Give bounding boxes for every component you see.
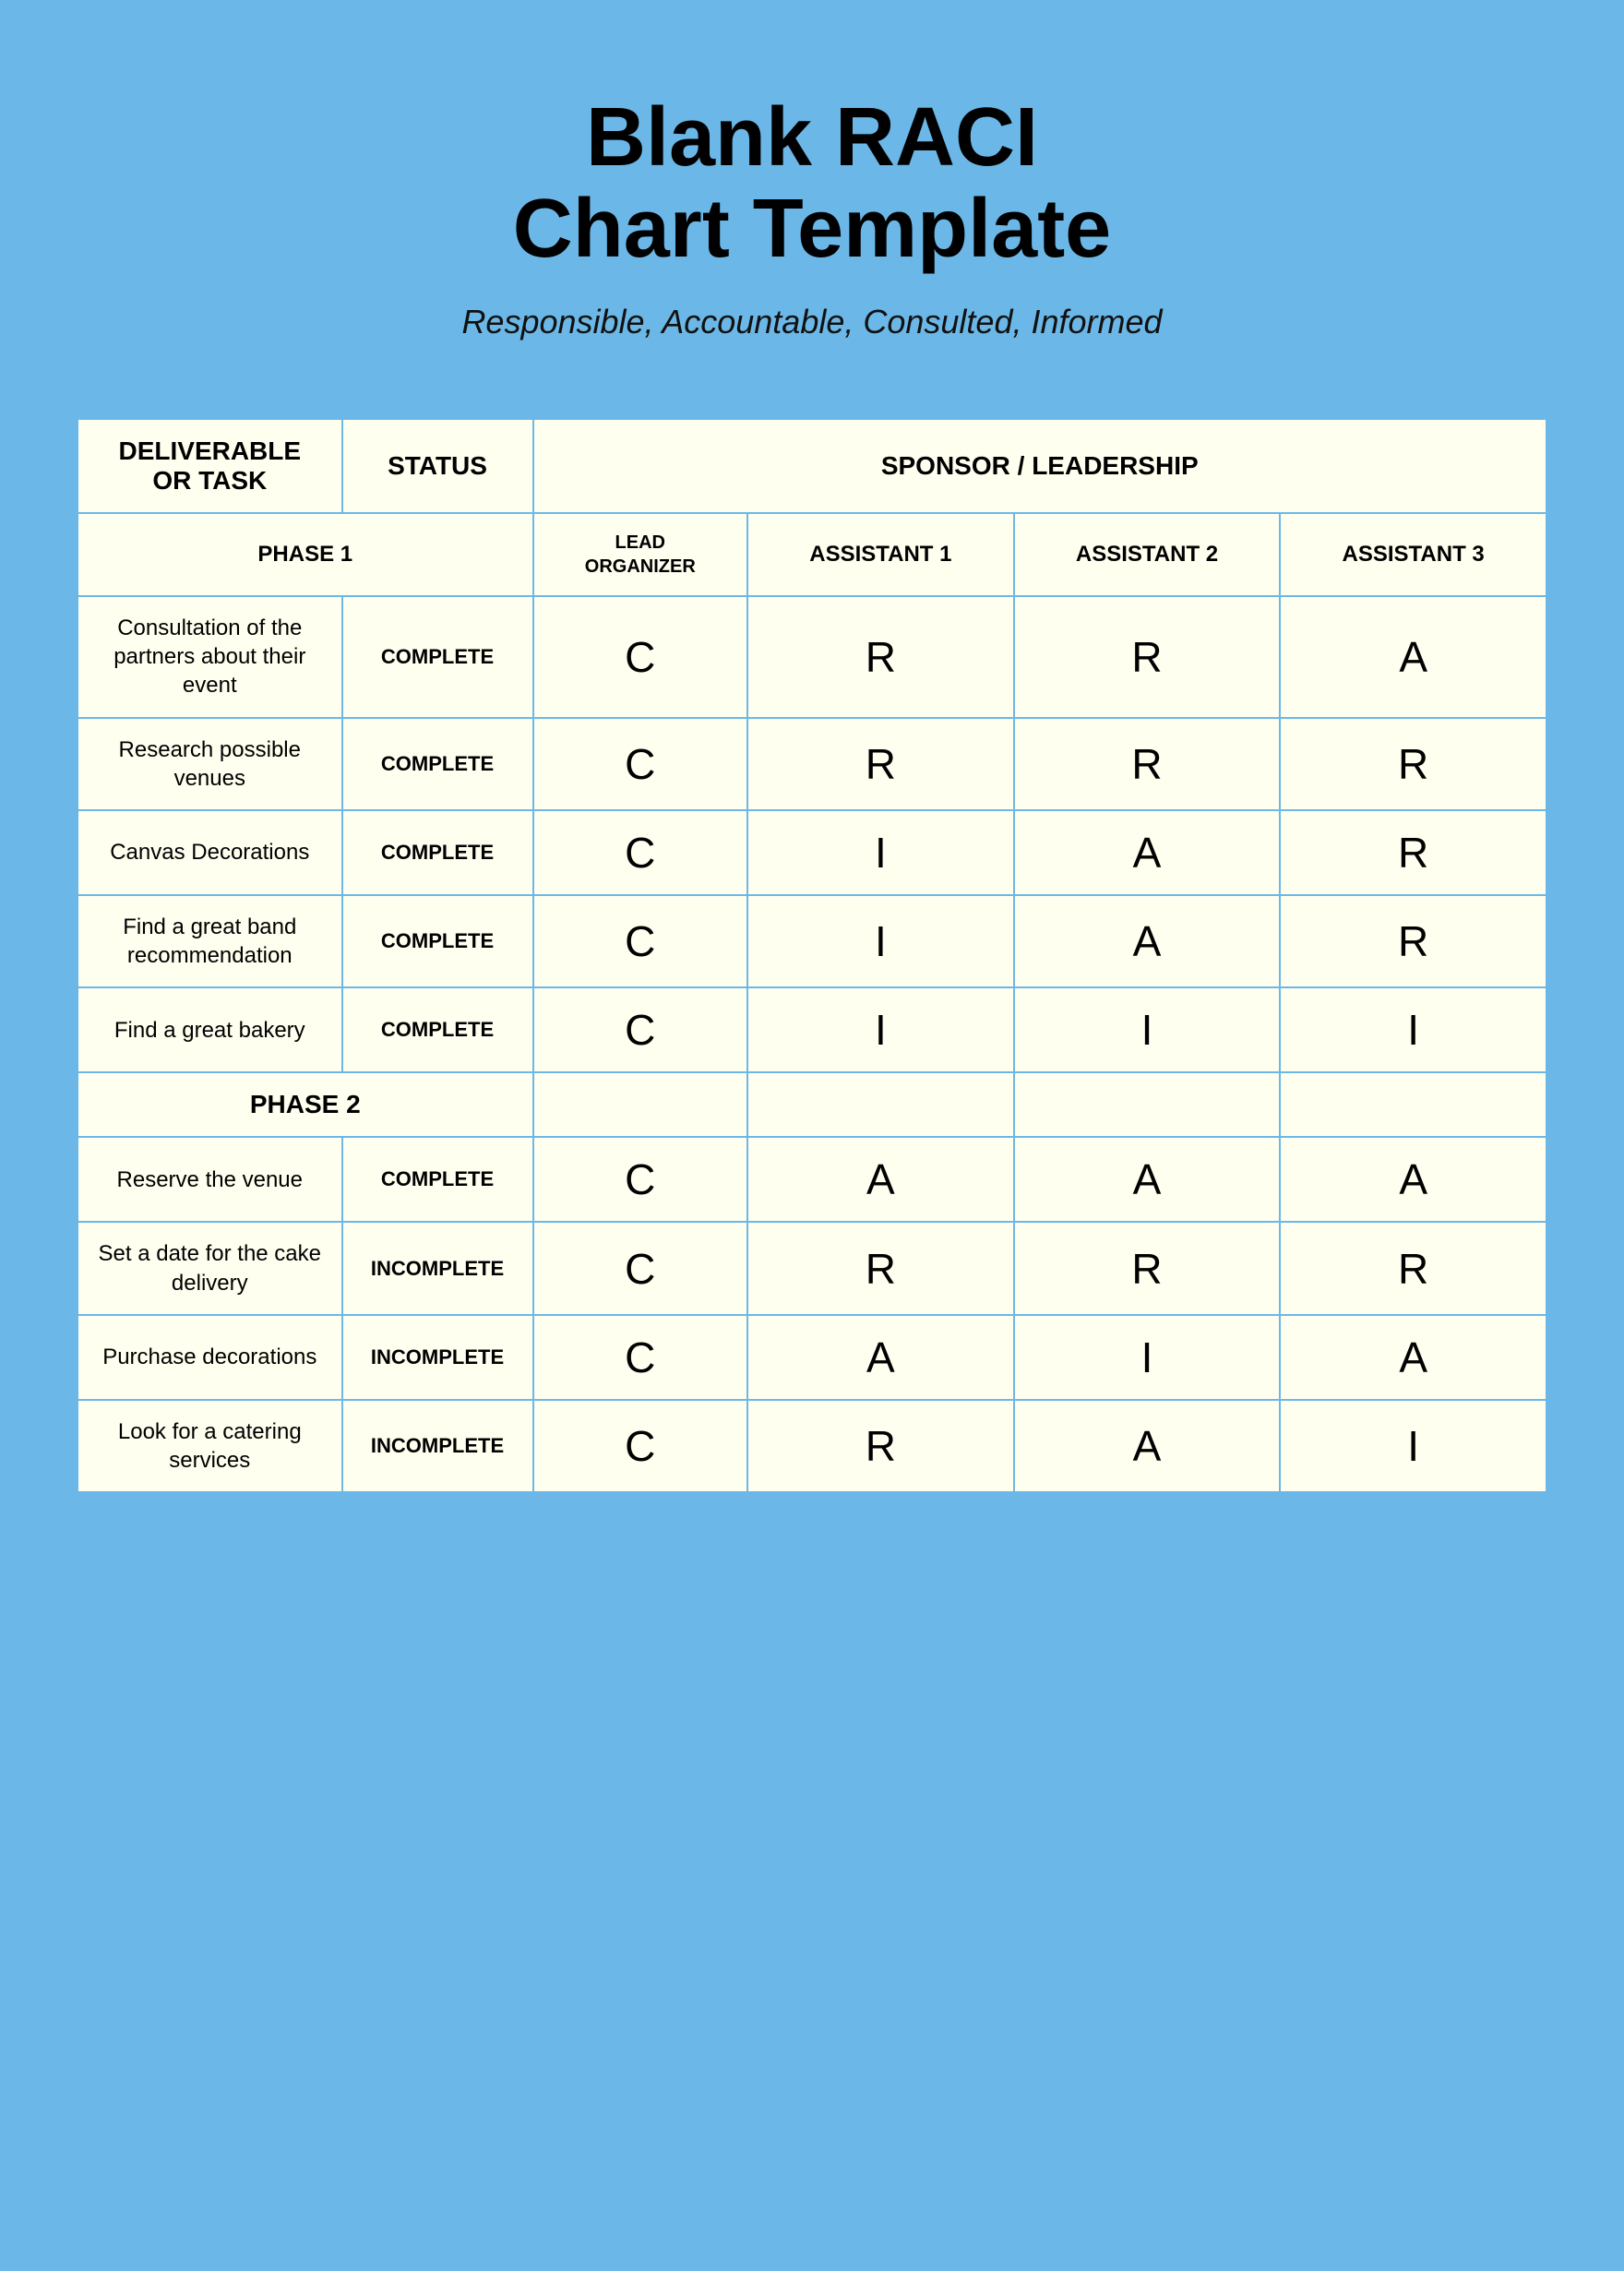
table-row: Canvas Decorations COMPLETE C I A R xyxy=(78,810,1546,895)
task-name: Find a great bakery xyxy=(78,987,342,1072)
raci-a2: A xyxy=(1014,1400,1281,1492)
raci-a2: R xyxy=(1014,1222,1281,1314)
raci-table-wrapper: DELIVERABLEOR TASK STATUS SPONSOR / LEAD… xyxy=(74,415,1550,1496)
raci-lead: C xyxy=(533,1315,748,1400)
task-name: Find a great band recommendation xyxy=(78,895,342,987)
table-row: Look for a catering services INCOMPLETE … xyxy=(78,1400,1546,1492)
raci-a1: I xyxy=(747,810,1014,895)
task-status: COMPLETE xyxy=(342,718,533,810)
phase1-header: PHASE 1 xyxy=(78,513,533,596)
raci-a2: R xyxy=(1014,718,1281,810)
raci-a2: I xyxy=(1014,987,1281,1072)
phase2-label: PHASE 2 xyxy=(78,1072,533,1137)
raci-a3: R xyxy=(1280,718,1546,810)
task-name: Reserve the venue xyxy=(78,1137,342,1222)
table-row: Set a date for the cake delivery INCOMPL… xyxy=(78,1222,1546,1314)
table-row: Find a great band recommendation COMPLET… xyxy=(78,895,1546,987)
page-subtitle: Responsible, Accountable, Consulted, Inf… xyxy=(461,303,1162,341)
raci-a1: I xyxy=(747,895,1014,987)
raci-lead: C xyxy=(533,1137,748,1222)
raci-a1: A xyxy=(747,1137,1014,1222)
task-status: COMPLETE xyxy=(342,895,533,987)
table-row: Purchase decorations INCOMPLETE C A I A xyxy=(78,1315,1546,1400)
task-status: INCOMPLETE xyxy=(342,1222,533,1314)
raci-lead: C xyxy=(533,1400,748,1492)
raci-a2: A xyxy=(1014,1137,1281,1222)
task-status: COMPLETE xyxy=(342,810,533,895)
assistant2-header: ASSISTANT 2 xyxy=(1014,513,1281,596)
task-status: INCOMPLETE xyxy=(342,1400,533,1492)
raci-lead: C xyxy=(533,810,748,895)
task-status: INCOMPLETE xyxy=(342,1315,533,1400)
raci-lead: C xyxy=(533,987,748,1072)
task-name: Canvas Decorations xyxy=(78,810,342,895)
raci-a3: R xyxy=(1280,810,1546,895)
raci-a3: R xyxy=(1280,895,1546,987)
table-row: Find a great bakery COMPLETE C I I I xyxy=(78,987,1546,1072)
raci-a1: A xyxy=(747,1315,1014,1400)
raci-a3: I xyxy=(1280,987,1546,1072)
raci-a3: A xyxy=(1280,596,1546,718)
raci-a1: R xyxy=(747,596,1014,718)
raci-lead: C xyxy=(533,596,748,718)
task-name: Research possible venues xyxy=(78,718,342,810)
lead-organizer-header: LEADORGANIZER xyxy=(533,513,748,596)
header-row-top: DELIVERABLEOR TASK STATUS SPONSOR / LEAD… xyxy=(78,419,1546,513)
raci-lead: C xyxy=(533,1222,748,1314)
col-deliverable-header: DELIVERABLEOR TASK xyxy=(78,419,342,513)
raci-table: DELIVERABLEOR TASK STATUS SPONSOR / LEAD… xyxy=(77,418,1547,1493)
table-row: Consultation of the partners about their… xyxy=(78,596,1546,718)
raci-a2: R xyxy=(1014,596,1281,718)
raci-a3: A xyxy=(1280,1137,1546,1222)
page-container: Blank RACIChart Template Responsible, Ac… xyxy=(74,55,1550,1496)
raci-a1: R xyxy=(747,718,1014,810)
task-status: COMPLETE xyxy=(342,987,533,1072)
task-status: COMPLETE xyxy=(342,1137,533,1222)
task-name: Purchase decorations xyxy=(78,1315,342,1400)
header-row-sub: PHASE 1 LEADORGANIZER ASSISTANT 1 ASSIST… xyxy=(78,513,1546,596)
raci-a1: R xyxy=(747,1222,1014,1314)
assistant1-header: ASSISTANT 1 xyxy=(747,513,1014,596)
raci-a3: A xyxy=(1280,1315,1546,1400)
table-row: Reserve the venue COMPLETE C A A A xyxy=(78,1137,1546,1222)
raci-lead: C xyxy=(533,895,748,987)
task-name: Set a date for the cake delivery xyxy=(78,1222,342,1314)
raci-a1: R xyxy=(747,1400,1014,1492)
raci-a1: I xyxy=(747,987,1014,1072)
phase2-header-row: PHASE 2 xyxy=(78,1072,1546,1137)
raci-a2: A xyxy=(1014,810,1281,895)
raci-a2: I xyxy=(1014,1315,1281,1400)
raci-lead: C xyxy=(533,718,748,810)
raci-a2: A xyxy=(1014,895,1281,987)
raci-a3: I xyxy=(1280,1400,1546,1492)
assistant3-header: ASSISTANT 3 xyxy=(1280,513,1546,596)
table-row: Research possible venues COMPLETE C R R … xyxy=(78,718,1546,810)
page-title: Blank RACIChart Template xyxy=(513,92,1111,275)
col-status-header: STATUS xyxy=(342,419,533,513)
task-name: Look for a catering services xyxy=(78,1400,342,1492)
raci-a3: R xyxy=(1280,1222,1546,1314)
task-name: Consultation of the partners about their… xyxy=(78,596,342,718)
task-status: COMPLETE xyxy=(342,596,533,718)
col-sponsor-header: SPONSOR / LEADERSHIP xyxy=(533,419,1547,513)
